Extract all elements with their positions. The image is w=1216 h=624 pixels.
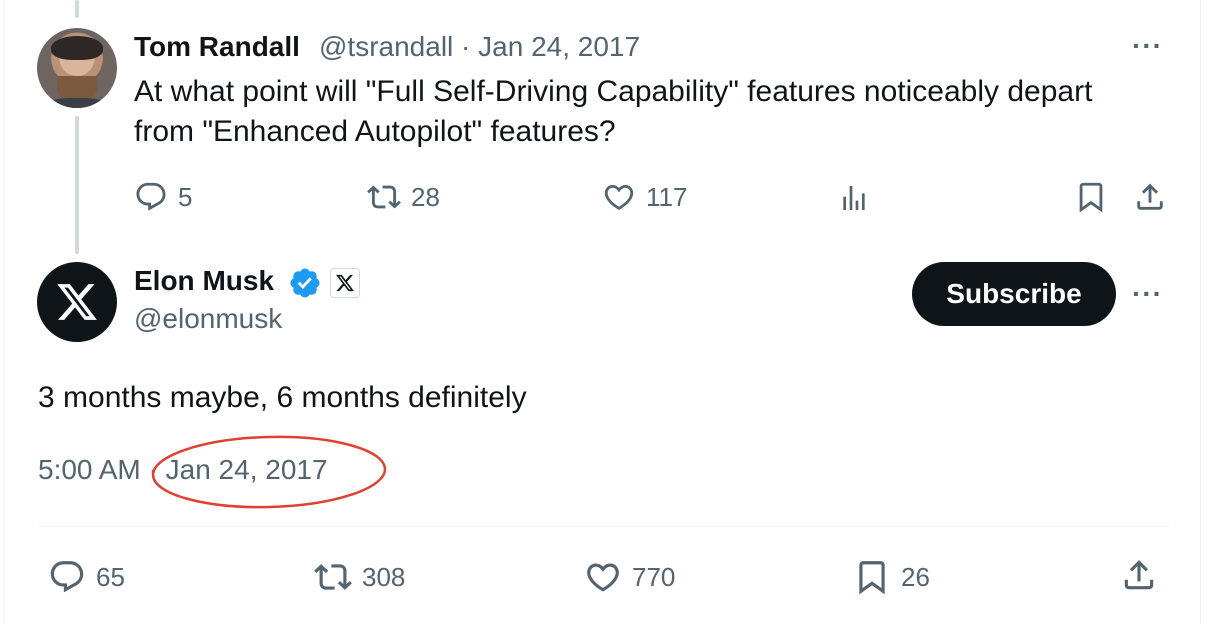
bookmark-icon	[1079, 182, 1103, 213]
reply-meta: @tsrandall · Jan 24, 2017	[319, 31, 640, 63]
reply-text-line-1: At what point will "Full Self-Driving Ca…	[134, 75, 1093, 108]
main-time: 5:00 AM	[38, 454, 141, 485]
actions-divider	[38, 526, 1170, 527]
x-logo-icon	[57, 284, 97, 320]
repost-icon	[367, 185, 401, 209]
reply-separator: ·	[461, 31, 471, 62]
main-repost-count: 308	[362, 561, 406, 592]
like-icon	[587, 563, 619, 592]
main-more-button[interactable]: ···	[1132, 278, 1163, 310]
main-timestamp[interactable]: 5:00 AM · Jan 24, 2017	[38, 454, 328, 486]
main-tweet-text: 3 months maybe, 6 months definitely	[38, 381, 527, 414]
repost-icon	[314, 564, 352, 590]
main-reply-button[interactable]: 65	[48, 558, 125, 596]
frame-border-right	[1200, 0, 1201, 624]
main-author-name[interactable]: Elon Musk	[134, 265, 274, 297]
reply-reply-button[interactable]: 5	[134, 180, 192, 214]
reply-icon	[50, 561, 84, 593]
reply-more-button[interactable]: ···	[1132, 30, 1163, 62]
reply-author-handle[interactable]: @tsrandall	[319, 31, 453, 62]
main-author-handle[interactable]: @elonmusk	[134, 303, 282, 335]
thread-connector	[75, 116, 79, 254]
main-bookmark-count: 26	[901, 561, 930, 592]
like-icon	[604, 184, 634, 210]
reply-text-line-2: from "Enhanced Autopilot" features?	[134, 115, 616, 148]
reply-icon	[136, 182, 166, 211]
reply-reply-count: 5	[178, 181, 193, 212]
reply-like-count: 117	[646, 181, 688, 212]
reply-share-button[interactable]	[1133, 180, 1167, 214]
elon-musk-avatar[interactable]	[37, 262, 117, 342]
tom-randall-avatar[interactable]	[37, 28, 117, 108]
views-icon	[843, 186, 865, 210]
reply-views-button[interactable]	[838, 182, 870, 214]
reply-author-name[interactable]: Tom Randall	[134, 31, 300, 63]
bookmark-icon	[859, 561, 885, 595]
subscribe-button[interactable]: Subscribe	[912, 262, 1116, 326]
frame-border-left	[4, 0, 5, 624]
thread-connector-top	[75, 0, 79, 18]
main-separator: ·	[148, 454, 158, 485]
reply-date[interactable]: Jan 24, 2017	[478, 31, 640, 62]
verified-badge-icon[interactable]	[288, 266, 322, 300]
share-icon	[1124, 560, 1154, 590]
main-like-count: 770	[632, 561, 676, 592]
x-affiliate-badge[interactable]	[330, 268, 360, 298]
reply-bookmark-button[interactable]	[1074, 180, 1108, 214]
main-bookmark-button[interactable]: 26	[853, 558, 930, 596]
main-like-button[interactable]: 770	[584, 558, 675, 596]
share-icon	[1137, 183, 1163, 210]
main-date: Jan 24, 2017	[165, 454, 328, 485]
reply-repost-button[interactable]: 28	[367, 180, 440, 214]
reply-repost-count: 28	[411, 181, 440, 212]
main-reply-count: 65	[96, 561, 125, 592]
reply-like-button[interactable]: 117	[602, 180, 687, 214]
main-share-button[interactable]	[1120, 556, 1158, 594]
x-logo-icon	[336, 274, 355, 292]
reply-text: At what point will "Full Self-Driving Ca…	[134, 72, 1092, 152]
main-repost-button[interactable]: 308	[314, 558, 405, 596]
